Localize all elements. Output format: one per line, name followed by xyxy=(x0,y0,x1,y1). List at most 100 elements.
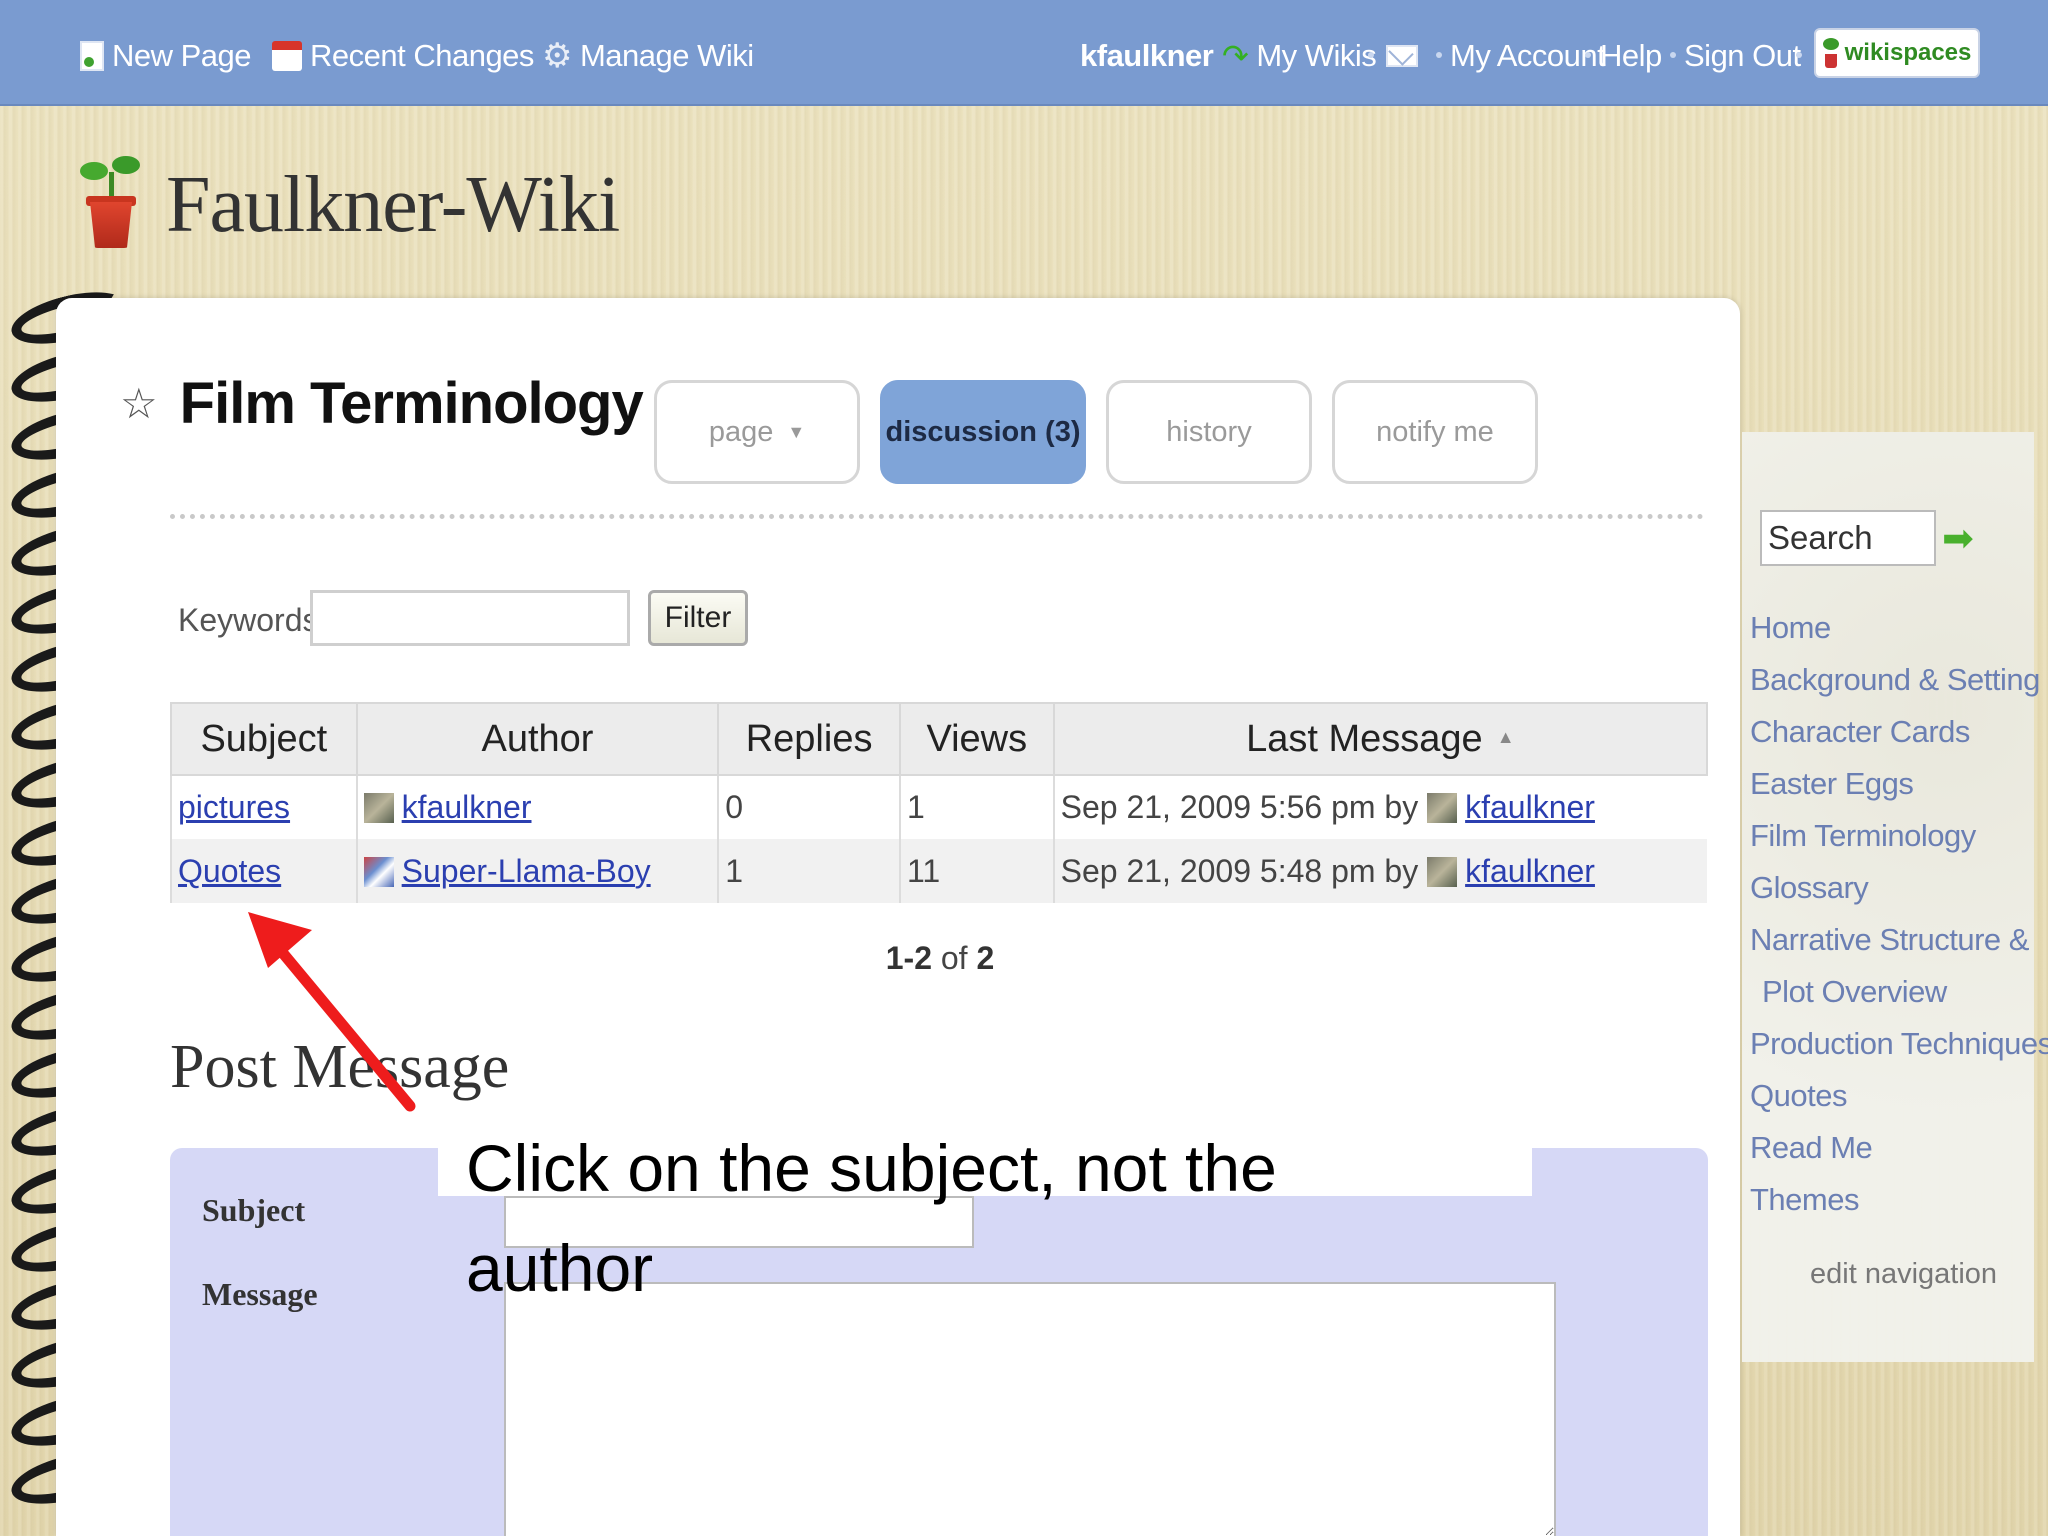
sidebar-link-themes[interactable]: Themes xyxy=(1750,1182,1859,1218)
username-link[interactable]: kfaulkner xyxy=(1080,34,1214,78)
sidebar-link-quotes[interactable]: Quotes xyxy=(1750,1078,1847,1114)
tab-history[interactable]: history xyxy=(1106,380,1312,484)
new-page-icon xyxy=(80,41,104,71)
avatar xyxy=(363,856,394,887)
wikispaces-logo-button[interactable]: wikispaces xyxy=(1814,28,1980,78)
message-textarea[interactable] xyxy=(504,1282,1556,1536)
last-message-date: Sep 21, 2009 5:48 pm by xyxy=(1060,852,1419,889)
filter-button[interactable]: Filter xyxy=(648,590,748,646)
author-link[interactable]: kfaulkner xyxy=(402,789,532,825)
table-row: pictures kfaulkner 0 1 Sep 21, 2009 5:56… xyxy=(170,775,1707,839)
post-message-heading: Post Message xyxy=(170,1033,510,1101)
tab-page[interactable]: page ▼ xyxy=(654,380,860,484)
tab-notify-me-label: notify me xyxy=(1376,415,1494,448)
messages-link[interactable] xyxy=(1386,34,1418,78)
annotation-text: Click on the subject, not the author xyxy=(466,1131,1277,1305)
wiki-title[interactable]: Faulkner-Wiki xyxy=(166,160,620,251)
sort-ascending-icon: ▲ xyxy=(1496,726,1515,747)
divider xyxy=(170,514,1704,519)
chevron-down-icon: ▼ xyxy=(787,421,806,442)
message-label: Message xyxy=(202,1276,318,1312)
favorite-star-icon[interactable]: ☆ xyxy=(120,382,158,425)
last-message-cell: Sep 21, 2009 5:48 pm by kfaulkner xyxy=(1052,839,1707,903)
separator-dot xyxy=(1585,52,1591,58)
views-cell: 1 xyxy=(898,775,1054,839)
my-account-link[interactable]: My Account xyxy=(1450,34,1606,78)
page-title: Film Terminology xyxy=(179,371,644,436)
separator-dot xyxy=(1436,52,1442,58)
sidebar-link-film-terminology[interactable]: Film Terminology xyxy=(1750,818,1976,854)
subject-label: Subject xyxy=(202,1192,306,1228)
avatar xyxy=(1427,856,1458,887)
wiki-plant-logo-icon xyxy=(78,156,144,248)
views-cell: 11 xyxy=(898,839,1054,903)
keywords-label: Keywords xyxy=(178,602,319,638)
replies-cell: 1 xyxy=(717,839,900,903)
page-title-row: ☆ Film Terminology xyxy=(120,370,644,437)
author-cell: Super-Llama-Boy xyxy=(355,839,719,903)
column-header-last-message[interactable]: Last Message ▲ xyxy=(1052,702,1709,776)
pagination-info: 1-2 of 2 xyxy=(0,940,1880,977)
wikispaces-label: wikispaces xyxy=(1844,39,1972,66)
table-row: Quotes Super-Llama-Boy 1 11 Sep 21, 2009… xyxy=(170,839,1707,903)
last-message-date: Sep 21, 2009 5:56 pm by xyxy=(1060,789,1419,825)
sidebar-link-home[interactable]: Home xyxy=(1750,610,1831,646)
new-page-link[interactable]: New Page xyxy=(80,34,252,78)
separator-dot xyxy=(1796,52,1802,58)
tab-page-label: page xyxy=(708,415,774,448)
calendar-icon xyxy=(272,41,302,71)
green-arrow-icon: ↷ xyxy=(1222,38,1249,74)
subject-link[interactable]: pictures xyxy=(178,789,290,825)
discussion-table: Subject Author Replies Views Last Messag… xyxy=(170,702,1709,903)
gear-icon: ⚙ xyxy=(542,37,572,75)
plant-logo-icon xyxy=(1822,38,1839,68)
keywords-input[interactable] xyxy=(310,590,630,646)
recent-changes-label: Recent Changes xyxy=(310,38,534,73)
sidebar-link-easter-eggs[interactable]: Easter Eggs xyxy=(1750,766,1914,802)
author-link[interactable]: Super-Llama-Boy xyxy=(402,853,651,889)
pager-range: 1-2 xyxy=(885,940,932,976)
sidebar-link-background-setting[interactable]: Background & Setting xyxy=(1750,662,2040,698)
tab-history-label: history xyxy=(1166,415,1252,448)
subject-cell: pictures xyxy=(170,775,357,839)
author-cell: kfaulkner xyxy=(355,775,719,839)
column-header-replies[interactable]: Replies xyxy=(717,702,901,776)
my-wikis-label: My Wikis xyxy=(1256,38,1377,73)
my-wikis-link[interactable]: ↷ My Wikis xyxy=(1222,34,1377,78)
replies-cell: 0 xyxy=(717,775,900,839)
new-page-label: New Page xyxy=(112,38,252,73)
column-header-subject[interactable]: Subject xyxy=(170,702,358,776)
sidebar-link-plot-overview[interactable]: Plot Overview xyxy=(1762,974,1947,1010)
pager-total: 2 xyxy=(976,940,995,976)
manage-wiki-label: Manage Wiki xyxy=(579,38,754,73)
last-message-author-link[interactable]: kfaulkner xyxy=(1465,789,1595,825)
sidebar-link-glossary[interactable]: Glossary xyxy=(1750,870,1869,906)
sign-out-link[interactable]: Sign Out xyxy=(1684,34,1801,78)
pager-of: of xyxy=(940,940,968,976)
column-header-author[interactable]: Author xyxy=(355,702,720,776)
manage-wiki-link[interactable]: ⚙ Manage Wiki xyxy=(542,34,754,78)
avatar xyxy=(1427,793,1458,823)
sidebar-link-read-me[interactable]: Read Me xyxy=(1750,1130,1873,1166)
last-message-cell: Sep 21, 2009 5:56 pm by kfaulkner xyxy=(1052,775,1707,839)
column-header-views[interactable]: Views xyxy=(898,702,1055,776)
tab-discussion-label: discussion (3) xyxy=(885,415,1081,448)
top-bar: New Page Recent Changes ⚙ Manage Wiki kf… xyxy=(0,0,2048,106)
sidebar-link-production-techniques[interactable]: Production Techniques xyxy=(1750,1026,2048,1062)
edit-navigation-link[interactable]: edit navigation xyxy=(1810,1258,1997,1291)
sidebar-link-character-cards[interactable]: Character Cards xyxy=(1750,714,1970,750)
search-go-arrow-icon[interactable]: ➡ xyxy=(1942,520,1974,558)
tab-notify-me[interactable]: notify me xyxy=(1332,380,1538,484)
last-message-author-link[interactable]: kfaulkner xyxy=(1465,853,1595,889)
separator-dot xyxy=(1670,52,1676,58)
tab-discussion[interactable]: discussion (3) xyxy=(880,380,1086,484)
recent-changes-link[interactable]: Recent Changes xyxy=(272,34,534,78)
help-link[interactable]: Help xyxy=(1600,34,1662,78)
subject-link[interactable]: Quotes xyxy=(178,853,281,889)
separator-dot xyxy=(1368,52,1374,58)
avatar xyxy=(363,793,394,823)
sidebar-link-narrative-structure[interactable]: Narrative Structure & xyxy=(1750,922,2029,958)
search-input[interactable] xyxy=(1760,510,1936,566)
subject-cell: Quotes xyxy=(170,839,357,903)
mail-icon xyxy=(1386,45,1418,67)
